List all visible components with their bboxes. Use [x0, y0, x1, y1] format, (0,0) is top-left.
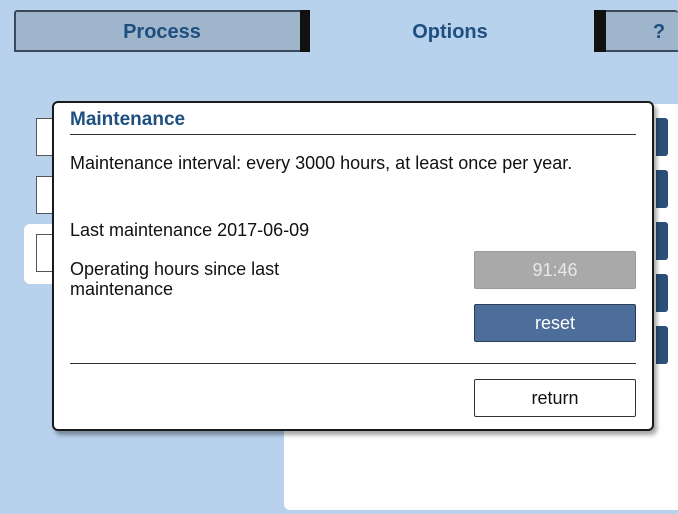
screen: Process Options ? Maintenance Maintenanc… — [0, 0, 678, 514]
maintenance-interval-text: Maintenance interval: every 3000 hours, … — [70, 153, 573, 173]
tab-help[interactable]: ? — [594, 10, 678, 52]
footer-divider — [70, 363, 636, 364]
background-button — [656, 326, 668, 364]
background-button — [656, 170, 668, 208]
tab-options[interactable]: Options — [310, 10, 590, 52]
operating-hours-display: 91:46 — [474, 251, 636, 289]
operating-hours-label: Operating hours since last maintenance — [70, 259, 280, 299]
maintenance-dialog: Maintenance Maintenance interval: every … — [52, 101, 654, 431]
return-button[interactable]: return — [474, 379, 636, 417]
tab-options-label: Options — [412, 21, 488, 43]
dialog-title: Maintenance — [70, 109, 186, 130]
background-button — [656, 222, 668, 260]
reset-button[interactable]: reset — [474, 304, 636, 342]
tab-process[interactable]: Process — [14, 10, 310, 52]
background-button — [656, 118, 668, 156]
last-maintenance-text: Last maintenance 2017-06-09 — [70, 220, 310, 240]
background-button — [656, 274, 668, 312]
title-divider — [70, 134, 636, 135]
tab-help-label: ? — [652, 21, 666, 43]
tab-process-label: Process — [123, 21, 201, 43]
